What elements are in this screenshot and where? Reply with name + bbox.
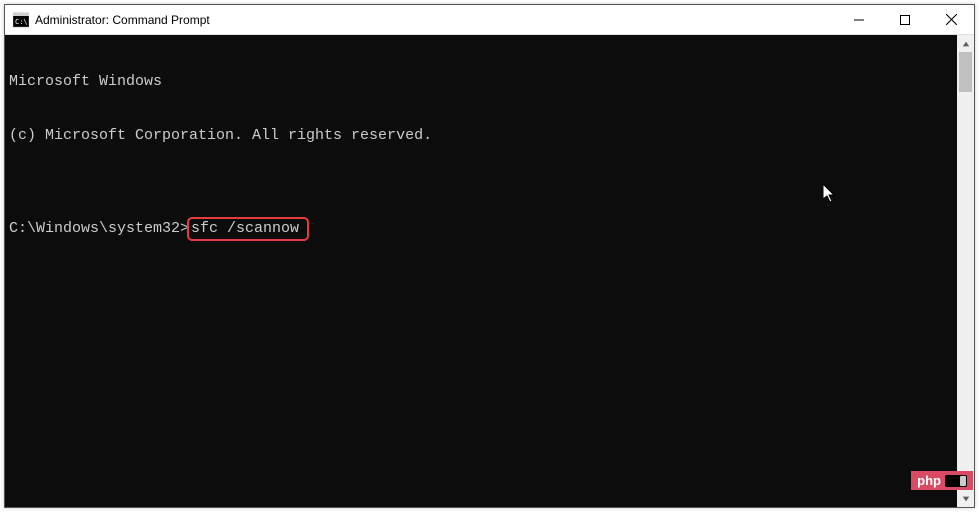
console-area: Microsoft Windows (c) Microsoft Corporat… bbox=[5, 35, 974, 507]
prompt-path: C:\Windows\system32> bbox=[9, 220, 189, 238]
cmd-icon: C:\ bbox=[13, 12, 29, 28]
svg-text:C:\: C:\ bbox=[15, 18, 28, 26]
close-button[interactable] bbox=[928, 5, 974, 34]
window-title: Administrator: Command Prompt bbox=[35, 13, 210, 27]
titlebar[interactable]: C:\ Administrator: Command Prompt bbox=[5, 5, 974, 35]
watermark-badge: php bbox=[911, 471, 973, 490]
output-line: (c) Microsoft Corporation. All rights re… bbox=[9, 127, 953, 145]
prompt-line: C:\Windows\system32>sfc /scannow bbox=[9, 217, 953, 241]
minimize-button[interactable] bbox=[836, 5, 882, 34]
typed-command: sfc /scannow bbox=[191, 220, 299, 237]
watermark-text: php bbox=[917, 473, 941, 488]
window-controls bbox=[836, 5, 974, 34]
command-prompt-window: C:\ Administrator: Command Prompt Micros… bbox=[4, 4, 975, 508]
output-line: Microsoft Windows bbox=[9, 73, 953, 91]
terminal-output[interactable]: Microsoft Windows (c) Microsoft Corporat… bbox=[5, 35, 957, 507]
scroll-down-button[interactable] bbox=[957, 490, 974, 507]
scroll-up-button[interactable] bbox=[957, 35, 974, 52]
maximize-button[interactable] bbox=[882, 5, 928, 34]
vertical-scrollbar[interactable] bbox=[957, 35, 974, 507]
command-highlight: sfc /scannow bbox=[187, 217, 309, 241]
scroll-track[interactable] bbox=[957, 52, 974, 490]
watermark-icon bbox=[945, 475, 967, 487]
scroll-thumb[interactable] bbox=[959, 52, 972, 92]
